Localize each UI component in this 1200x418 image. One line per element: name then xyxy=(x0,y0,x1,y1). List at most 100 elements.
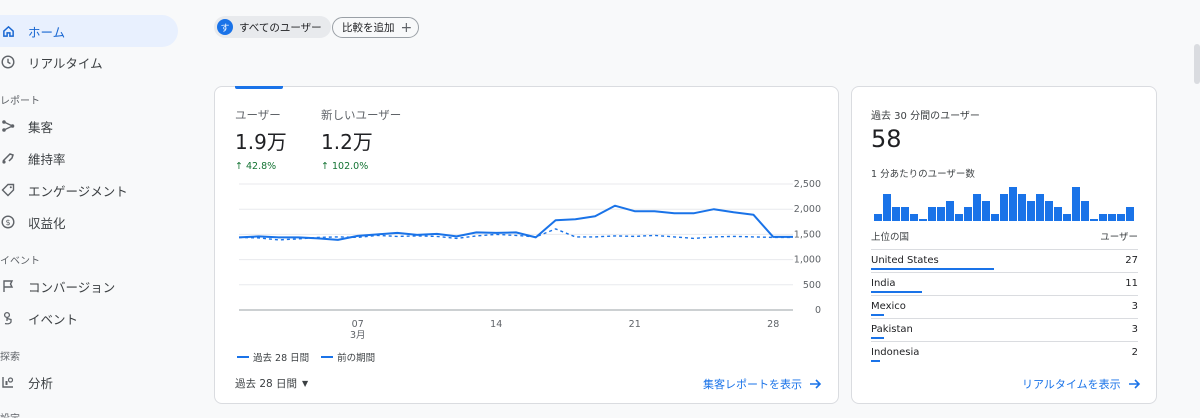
svg-text:$: $ xyxy=(5,218,10,227)
nav-analysis[interactable]: 分析 xyxy=(0,366,178,398)
nav-conversions[interactable]: コンバージョン xyxy=(0,270,178,302)
minute-bar xyxy=(1072,187,1080,221)
nav-realtime[interactable]: リアルタイム xyxy=(0,46,178,78)
minute-bar xyxy=(982,200,990,221)
nav-monetization[interactable]: $ 収益化 xyxy=(0,206,178,238)
country-row: Mexico 3 xyxy=(871,295,1138,318)
retention-icon xyxy=(1,151,15,165)
country-users: 27 xyxy=(1125,255,1138,266)
country-users: 2 xyxy=(1131,347,1138,358)
page-scrollbar[interactable] xyxy=(1194,44,1200,84)
minute-bar xyxy=(1081,200,1089,221)
section-reports: レポート xyxy=(0,96,40,107)
x-tick-label: 14 xyxy=(490,319,502,330)
overview-card: ユーザー 1.9万 ↑ 42.8% 新しいユーザー 1.2万 ↑ 102.0% … xyxy=(214,86,839,404)
section-explore: 探索 xyxy=(0,352,20,363)
minute-bar xyxy=(1108,214,1116,221)
add-comparison-label: 比較を追加 xyxy=(342,22,395,34)
minute-bar xyxy=(883,193,891,221)
minute-bar xyxy=(1063,214,1071,221)
section-configure: 設定 xyxy=(0,410,20,418)
nav-conversions-label: コンバージョン xyxy=(28,279,116,295)
minute-bar xyxy=(946,200,954,221)
legend-solid-swatch xyxy=(237,356,249,358)
caret-down-icon: ▼ xyxy=(302,379,309,388)
nav-engagement[interactable]: エンゲージメント xyxy=(0,174,178,206)
country-share-bar xyxy=(871,337,885,339)
view-acquisition-label: 集客レポートを表示 xyxy=(703,378,802,391)
segment-chip[interactable]: す すべてのユーザー xyxy=(214,16,331,38)
x-tick-label: 07 xyxy=(352,319,364,330)
dollar-icon: $ xyxy=(1,215,15,229)
minute-bar xyxy=(1000,193,1008,221)
view-realtime-link[interactable]: リアルタイムを表示 xyxy=(1022,376,1141,392)
users-column-header: ユーザー xyxy=(1100,232,1138,243)
minute-bar xyxy=(1036,193,1044,221)
minute-bar xyxy=(892,207,900,221)
home-icon xyxy=(1,24,15,38)
clock-icon xyxy=(1,55,15,69)
flag-icon xyxy=(1,279,15,293)
realtime-value: 58 xyxy=(871,125,902,153)
minute-bar xyxy=(1027,200,1035,221)
segment-label: すべてのユーザー xyxy=(239,21,322,34)
view-realtime-label: リアルタイムを表示 xyxy=(1022,378,1121,391)
chart-legend: 過去 28 日間 前の期間 xyxy=(237,350,375,364)
nav-home[interactable]: ホーム xyxy=(0,15,178,47)
nav-events[interactable]: イベント xyxy=(0,302,178,334)
country-share-bar xyxy=(871,314,885,316)
country-row: India 11 xyxy=(871,272,1138,295)
date-range-dropdown[interactable]: 過去 28 日間 ▼ xyxy=(235,376,308,391)
nav-acquisition[interactable]: 集客 xyxy=(0,110,178,142)
section-events: イベント xyxy=(0,256,40,267)
country-users: 3 xyxy=(1131,324,1138,335)
sidebar: ホーム リアルタイム レポート 集客 維持率 エンゲージメント $ 収益化 イベ… xyxy=(0,0,190,418)
touch-icon xyxy=(1,311,15,325)
realtime-subtitle: 1 分あたりのユーザー数 xyxy=(871,169,975,180)
plus-icon: + xyxy=(400,19,413,36)
add-comparison-button[interactable]: 比較を追加 + xyxy=(332,17,420,38)
minute-bar xyxy=(937,207,945,221)
y-tick-label: 2,000 xyxy=(794,204,821,215)
minute-bar xyxy=(991,214,999,221)
country-table-header: 上位の国 ユーザー xyxy=(871,229,1138,243)
nav-retention-label: 維持率 xyxy=(28,151,66,167)
y-tick-label: 1,500 xyxy=(794,229,821,240)
per-minute-bar-chart xyxy=(874,183,1138,221)
minute-bar xyxy=(910,214,918,221)
x-tick-label: 28 xyxy=(767,319,779,330)
minute-bar xyxy=(964,207,972,221)
tag-icon xyxy=(1,183,15,197)
country-share-bar xyxy=(871,360,881,362)
y-tick-label: 500 xyxy=(803,280,821,291)
minute-bar xyxy=(1117,214,1125,221)
nav-analysis-label: 分析 xyxy=(28,375,54,391)
country-name: Indonesia xyxy=(871,347,920,358)
country-name: Pakistan xyxy=(871,324,913,335)
nav-retention[interactable]: 維持率 xyxy=(0,142,178,174)
minute-bar xyxy=(973,193,981,221)
legend-previous-label: 前の期間 xyxy=(337,353,376,364)
minute-bar xyxy=(1099,214,1107,221)
minute-bar xyxy=(874,214,882,221)
arrow-right-icon xyxy=(1128,379,1141,389)
minute-bar xyxy=(928,207,936,221)
nav-events-label: イベント xyxy=(28,311,79,327)
y-tick-label: 1,000 xyxy=(794,255,821,266)
y-tick-label: 0 xyxy=(815,305,821,316)
nav-realtime-label: リアルタイム xyxy=(28,55,103,71)
realtime-card: 過去 30 分間のユーザー 58 1 分あたりのユーザー数 上位の国 ユーザー … xyxy=(851,86,1157,404)
country-name: India xyxy=(871,278,896,289)
minute-bar xyxy=(1126,207,1134,221)
country-name: Mexico xyxy=(871,301,906,312)
view-acquisition-link[interactable]: 集客レポートを表示 xyxy=(703,376,822,392)
country-users: 11 xyxy=(1125,278,1138,289)
realtime-title: 過去 30 分間のユーザー xyxy=(871,111,980,122)
users-line-chart: 2,500 2,000 1,500 1,000 500 0 073月 14 21 28 xyxy=(238,179,821,341)
arrow-right-icon xyxy=(810,379,822,389)
x-tick-label: 21 xyxy=(629,319,641,330)
segment-avatar: す xyxy=(217,19,233,35)
minute-bar xyxy=(1009,187,1017,221)
nav-home-label: ホーム xyxy=(28,24,66,40)
minute-bar xyxy=(901,207,909,221)
